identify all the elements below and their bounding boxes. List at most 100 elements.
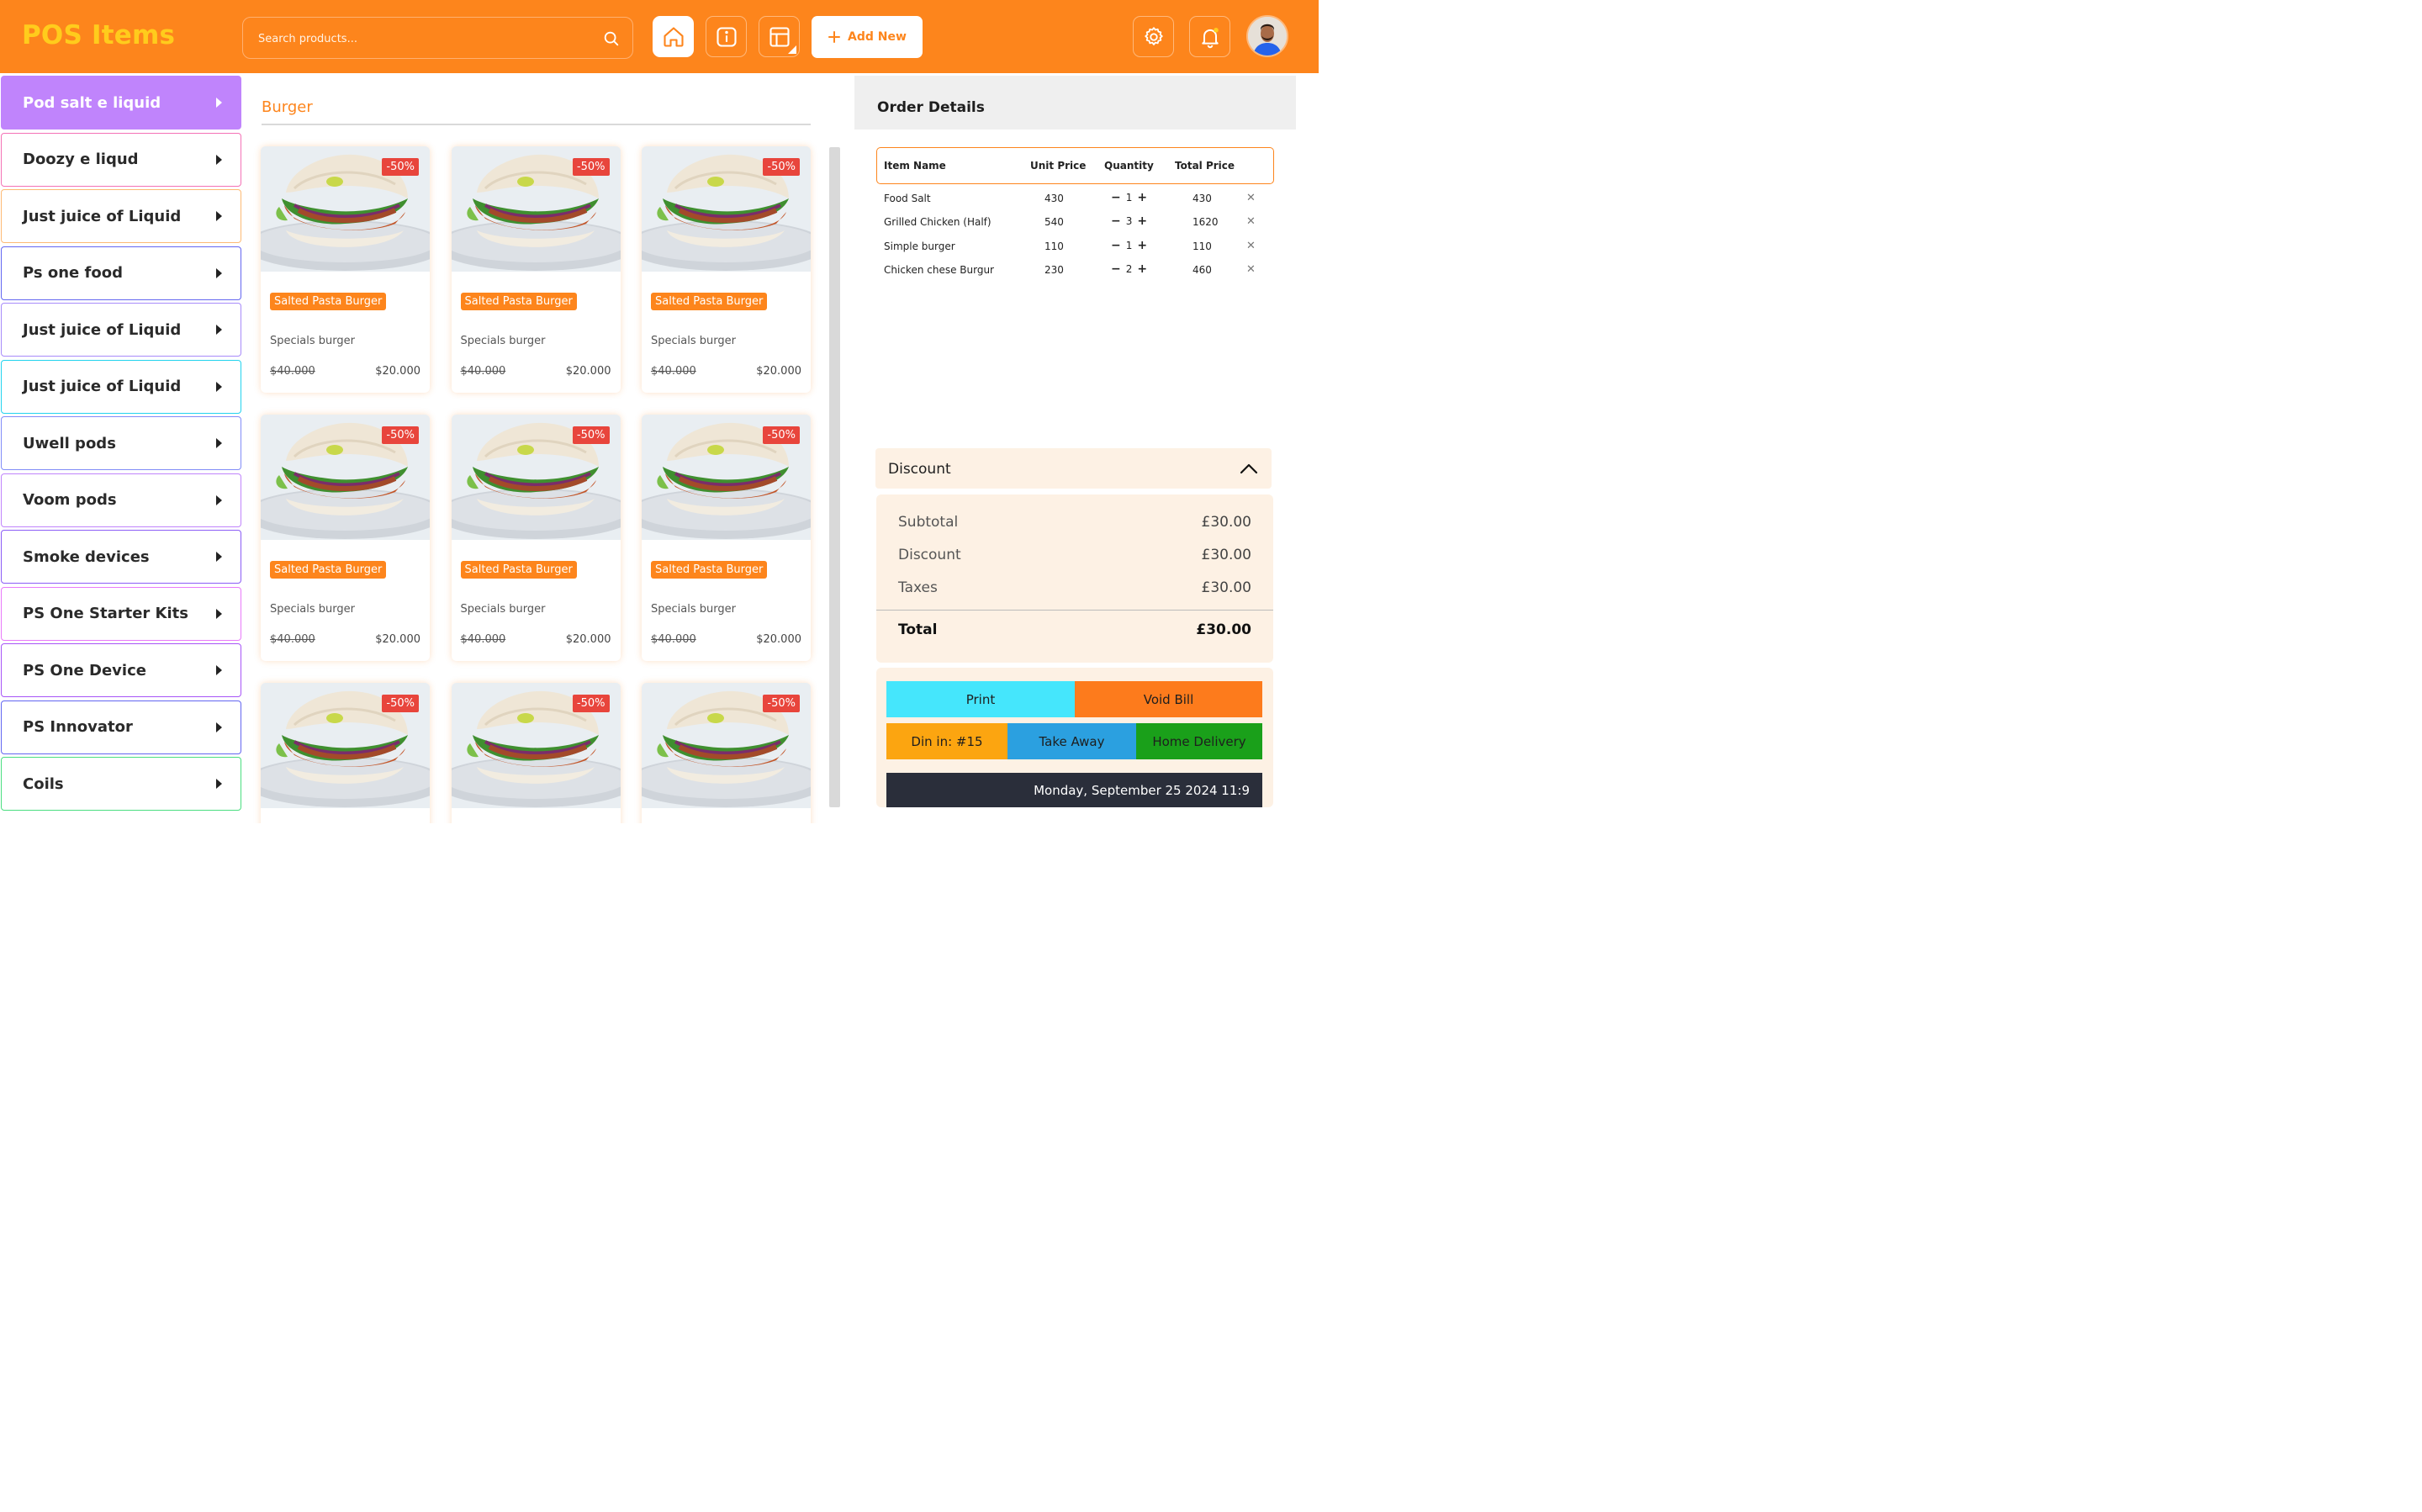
order-item-name: Food Salt <box>884 193 931 204</box>
sidebar-item[interactable]: PS Innovator <box>1 700 241 754</box>
remove-item-icon[interactable]: ✕ <box>1246 215 1256 228</box>
home-button[interactable] <box>653 16 694 57</box>
discount-badge: -50% <box>572 695 610 712</box>
product-card[interactable]: -50% Salted Pasta Burger Specials burger $4… <box>642 146 811 393</box>
product-old-price: $40.000 <box>651 633 696 646</box>
taxes-row: Taxes £30.00 <box>898 579 1251 596</box>
remove-item-icon[interactable]: ✕ <box>1246 263 1256 276</box>
sidebar-item[interactable]: Ps one food <box>1 246 241 300</box>
category-sidebar: Pod salt e liquid Doozy e liqud Just juice… <box>0 75 244 823</box>
caret-right-icon <box>216 267 222 278</box>
col-unit-price: Unit Price <box>1030 160 1087 172</box>
user-avatar[interactable] <box>1246 15 1288 57</box>
product-card[interactable]: -50% Salted Pasta Burger Specials burger $4… <box>451 415 621 661</box>
product-price: $20.000 <box>565 365 611 378</box>
discount-badge: -50% <box>763 426 800 444</box>
remove-item-icon[interactable]: ✕ <box>1246 240 1256 252</box>
bell-icon <box>1201 27 1219 48</box>
sidebar-item[interactable]: Smoke devices <box>1 530 241 584</box>
sidebar-item-label: Smoke devices <box>23 547 150 566</box>
quantity-value: 3 <box>1125 215 1133 228</box>
decrement-button[interactable]: − <box>1111 214 1121 228</box>
sidebar-item[interactable]: PS One Device <box>1 643 241 697</box>
sidebar-item-label: Uwell pods <box>23 434 116 452</box>
increment-button[interactable]: + <box>1137 239 1147 252</box>
void-bill-button[interactable]: Void Bill <box>1075 681 1262 717</box>
search-icon[interactable] <box>602 29 621 48</box>
order-row: Simple burger 110 −1 +110 ✕ <box>876 238 1274 256</box>
sidebar-item[interactable]: Uwell pods <box>1 416 241 470</box>
decrement-button[interactable]: − <box>1111 262 1121 276</box>
increment-button[interactable]: + <box>1137 191 1147 204</box>
sidebar-item[interactable]: Just juice of Liquid <box>1 359 241 414</box>
notifications-button[interactable] <box>1189 16 1230 57</box>
order-actions: Print Void Bill Din in: #15 Take Away Ho… <box>876 668 1273 807</box>
product-card[interactable]: -50% <box>261 683 430 823</box>
chevron-up-icon[interactable] <box>1239 460 1259 477</box>
product-card[interactable]: -50% Salted Pasta Burger Specials burger $4… <box>642 415 811 661</box>
home-delivery-button[interactable]: Home Delivery <box>1136 723 1262 759</box>
product-subtitle: Specials burger <box>651 603 736 616</box>
product-card[interactable]: -50% <box>451 683 621 823</box>
sidebar-item-label: Ps one food <box>23 264 123 282</box>
product-card[interactable]: -50% Salted Pasta Burger Specials burger $4… <box>261 415 430 661</box>
table-button[interactable] <box>759 16 800 57</box>
search-box[interactable] <box>242 17 633 59</box>
total-label: Total <box>898 621 938 638</box>
product-card[interactable]: -50% <box>642 683 811 823</box>
remove-item-icon[interactable]: ✕ <box>1246 192 1256 204</box>
product-tag: Salted Pasta Burger <box>270 293 387 310</box>
product-card[interactable]: -50% Salted Pasta Burger Specials burger $4… <box>261 146 430 393</box>
dine-in-button[interactable]: Din in: #15 <box>886 723 1007 759</box>
sidebar-item[interactable]: Pod salt e liquid <box>1 76 241 130</box>
product-old-price: $40.000 <box>651 365 696 378</box>
quantity-stepper: −1 + <box>1111 191 1147 204</box>
gear-icon <box>1144 26 1163 45</box>
quantity-value: 1 <box>1125 192 1133 204</box>
take-away-button[interactable]: Take Away <box>1007 723 1136 759</box>
increment-button[interactable]: + <box>1137 214 1147 228</box>
product-subtitle: Specials burger <box>270 335 355 347</box>
sidebar-item-label: PS One Starter Kits <box>23 605 188 622</box>
sidebar-item-label: Just juice of Liquid <box>23 320 182 339</box>
quantity-value: 2 <box>1125 262 1133 275</box>
product-old-price: $40.000 <box>460 633 506 646</box>
product-subtitle: Specials burger <box>651 335 736 347</box>
section-divider <box>262 124 811 125</box>
product-card[interactable]: -50% Salted Pasta Burger Specials burger $4… <box>451 146 621 393</box>
col-total-price: Total Price <box>1175 160 1235 172</box>
app-title: POS Items <box>22 20 176 50</box>
sidebar-item[interactable]: PS One Starter Kits <box>1 586 241 641</box>
quantity-stepper: −1 + <box>1111 239 1147 252</box>
product-old-price: $40.000 <box>270 633 315 646</box>
sidebar-item[interactable]: Just juice of Liquid <box>1 189 241 243</box>
caret-right-icon <box>216 779 222 789</box>
sidebar-item[interactable]: Just juice of Liquid <box>1 303 241 357</box>
sidebar-item[interactable]: Voom pods <box>1 473 241 527</box>
decrement-button[interactable]: − <box>1111 239 1121 252</box>
sidebar-item-label: Just juice of Liquid <box>23 207 182 225</box>
sidebar-item[interactable]: Doozy e liqud <box>1 132 241 187</box>
order-table-header: Item Name Unit Price Quantity Total Pric… <box>876 147 1274 184</box>
increment-button[interactable]: + <box>1137 262 1147 276</box>
add-new-button[interactable]: Add New <box>812 16 923 58</box>
total-row: Total £30.00 <box>898 621 1251 638</box>
print-button[interactable]: Print <box>886 681 1075 717</box>
info-button[interactable] <box>706 16 747 57</box>
summary-box: Subtotal £30.00 Discount £30.00 Taxes £3… <box>876 494 1273 663</box>
order-unit-price: 540 <box>1044 216 1064 229</box>
settings-button[interactable] <box>1133 16 1174 57</box>
order-total-price: 1620 <box>1192 216 1219 229</box>
sidebar-item-label: Coils <box>23 775 64 793</box>
discount-toggle[interactable]: Discount <box>875 448 1272 489</box>
search-input[interactable] <box>258 29 586 48</box>
caret-right-icon <box>216 608 222 619</box>
decrement-button[interactable]: − <box>1111 191 1121 204</box>
product-scrollbar[interactable] <box>829 147 840 807</box>
discount-badge: -50% <box>382 158 419 176</box>
sidebar-item[interactable]: Coils <box>1 757 241 811</box>
info-icon <box>716 26 737 47</box>
order-header: Order Details <box>854 76 1296 130</box>
product-subtitle: Specials burger <box>270 603 355 616</box>
order-row: Grilled Chicken (Half) 540 −3 +1620 ✕ <box>876 214 1274 232</box>
